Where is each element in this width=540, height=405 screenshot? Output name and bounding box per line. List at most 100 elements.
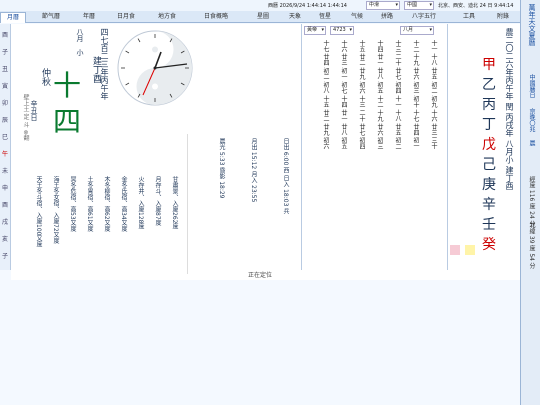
country-select[interactable]: 中國: [404, 1, 434, 10]
stem-char: 丁: [482, 117, 496, 133]
day-cell[interactable]: 初六: [322, 137, 329, 149]
day-cell[interactable]: 十七: [322, 40, 329, 52]
day-cell[interactable]: 十六: [340, 40, 347, 52]
day-cell[interactable]: 初四: [394, 82, 401, 94]
day-cell[interactable]: 十九: [376, 110, 383, 122]
day-cell[interactable]: 初三: [376, 137, 383, 149]
day-cell[interactable]: 初二: [430, 82, 437, 94]
branch-item[interactable]: 申: [2, 183, 8, 192]
day-cell[interactable]: 廿七: [394, 68, 401, 80]
branch-item[interactable]: 戌: [2, 217, 8, 226]
tab-solar-terms[interactable]: 節气曆: [37, 12, 65, 23]
tab-month-calendar[interactable]: 月曆: [0, 12, 26, 23]
day-cell[interactable]: 十七: [412, 110, 419, 122]
branch-item[interactable]: 亥: [2, 234, 8, 243]
day-cell[interactable]: 十三: [358, 96, 365, 108]
day-cell[interactable]: 初二: [394, 137, 401, 149]
day-cell[interactable]: 廿九: [358, 68, 365, 80]
day-cell[interactable]: 廿五: [394, 124, 401, 136]
day-cell[interactable]: 十一: [430, 40, 437, 52]
day-cell[interactable]: 廿三: [430, 124, 437, 136]
tab-tools[interactable]: 工具: [458, 12, 480, 23]
era-select[interactable]: 黃帝: [304, 26, 326, 35]
day-cell[interactable]: 初五: [340, 137, 347, 149]
day-cell[interactable]: 二十: [394, 54, 401, 66]
day-cell[interactable]: 十二: [412, 40, 419, 52]
branch-item[interactable]: 丑: [2, 64, 8, 73]
day-cell[interactable]: 廿二: [322, 110, 329, 122]
sidebar-link[interactable]: 晨: [527, 140, 536, 146]
tab-celestial-events[interactable]: 天象: [284, 12, 306, 23]
year-number-field[interactable]: 4723: [330, 26, 354, 35]
day-cell[interactable]: 廿九: [322, 124, 329, 136]
day-cell[interactable]: 十五: [322, 96, 329, 108]
day-cell[interactable]: 廿三: [340, 54, 347, 66]
day-cell[interactable]: 十八: [430, 54, 437, 66]
day-cell[interactable]: 初八: [322, 82, 329, 94]
day-cell[interactable]: 廿四: [322, 54, 329, 66]
day-cell[interactable]: 十八: [394, 110, 401, 122]
tab-year-calendar[interactable]: 年曆: [76, 12, 102, 23]
day-cell[interactable]: 十四: [340, 96, 347, 108]
branch-item[interactable]: 未: [2, 166, 8, 175]
day-cell[interactable]: 初一: [412, 137, 419, 149]
tab-bazi[interactable]: 八字五行: [404, 12, 444, 23]
day-cell[interactable]: 初五: [376, 82, 383, 94]
branch-item[interactable]: 寅: [2, 81, 8, 90]
branch-item[interactable]: 子: [2, 251, 8, 260]
tab-eclipses[interactable]: 日月食: [112, 12, 140, 23]
day-cell[interactable]: 初六: [358, 82, 365, 94]
day-cell[interactable]: 十六: [430, 110, 437, 122]
day-cell[interactable]: 廿八: [376, 68, 383, 80]
day-cell[interactable]: 廿一: [376, 54, 383, 66]
branch-item[interactable]: 卯: [2, 98, 8, 107]
day-cell[interactable]: 十五: [358, 40, 365, 52]
sidebar-link[interactable]: 中國曆日: [527, 74, 536, 98]
sidebar-title: 萬年天文夏曆: [528, 4, 536, 46]
tab-eclipse-overview[interactable]: 日食概略: [196, 12, 236, 23]
day-cell[interactable]: 十二: [376, 96, 383, 108]
day-cell[interactable]: 十九: [412, 54, 419, 66]
top-status-bar: 西曆 2026/9/24 1:44:14 1:44:14 中滑 中國 北京、西安…: [0, 0, 520, 11]
day-cell[interactable]: 廿六: [376, 124, 383, 136]
day-cell[interactable]: 廿八: [340, 124, 347, 136]
day-cell[interactable]: 廿五: [430, 68, 437, 80]
tab-appendix[interactable]: 附錄: [492, 12, 514, 23]
tab-route[interactable]: 拼路: [376, 12, 398, 23]
branch-item[interactable]: 辰: [2, 115, 8, 124]
day-cell[interactable]: 十三: [394, 40, 401, 52]
branch-item-current[interactable]: 午: [2, 149, 8, 158]
day-cell[interactable]: 初三: [412, 82, 419, 94]
day-cell[interactable]: 廿六: [412, 68, 419, 80]
day-cell[interactable]: 廿二: [358, 54, 365, 66]
day-cell[interactable]: 二十: [358, 110, 365, 122]
branch-item[interactable]: 酉: [2, 30, 8, 39]
day-cell[interactable]: 十四: [376, 40, 383, 52]
month-select[interactable]: 八月: [400, 26, 434, 35]
tab-fixed-stars[interactable]: 恆星: [314, 12, 336, 23]
day-cell[interactable]: 三十: [430, 137, 437, 149]
day-cell[interactable]: 初九: [430, 96, 437, 108]
almanac-col: 土冬胃宿、高61又度: [86, 176, 93, 232]
day-cell[interactable]: 廿七: [358, 124, 365, 136]
day-cell[interactable]: 初四: [358, 137, 365, 149]
hour-branch-column: 酉 子 丑 寅 卯 辰 巳 午 未 申 酉 戌 亥 子: [0, 24, 11, 270]
region-select[interactable]: 中滑: [366, 1, 400, 10]
day-cell[interactable]: 廿一: [340, 110, 347, 122]
day-cell[interactable]: 初一: [340, 68, 347, 80]
day-cell[interactable]: 廿四: [412, 124, 419, 136]
tab-climate[interactable]: 气候: [346, 12, 368, 23]
day-cell[interactable]: 初二: [322, 68, 329, 80]
day-cell[interactable]: 初七: [340, 82, 347, 94]
day-cell[interactable]: 初十: [412, 96, 419, 108]
tab-star-map[interactable]: 星圖: [252, 12, 274, 23]
sidebar-link[interactable]: 京晚〇兆: [527, 108, 536, 132]
branch-item[interactable]: 酉: [2, 200, 8, 209]
ganzhi-month-label: 建丁酉: [91, 56, 101, 83]
color-legend: [450, 240, 476, 259]
calendar-grid: 黃帝 4723 八月 十一 十八 廿五 初二 初九 十六 廿三 三十 十二 十九…: [301, 24, 447, 270]
tab-local-eclipses[interactable]: 地方食: [152, 12, 182, 23]
branch-item[interactable]: 子: [2, 47, 8, 56]
day-cell[interactable]: 十一: [394, 96, 401, 108]
branch-item[interactable]: 巳: [2, 132, 8, 141]
